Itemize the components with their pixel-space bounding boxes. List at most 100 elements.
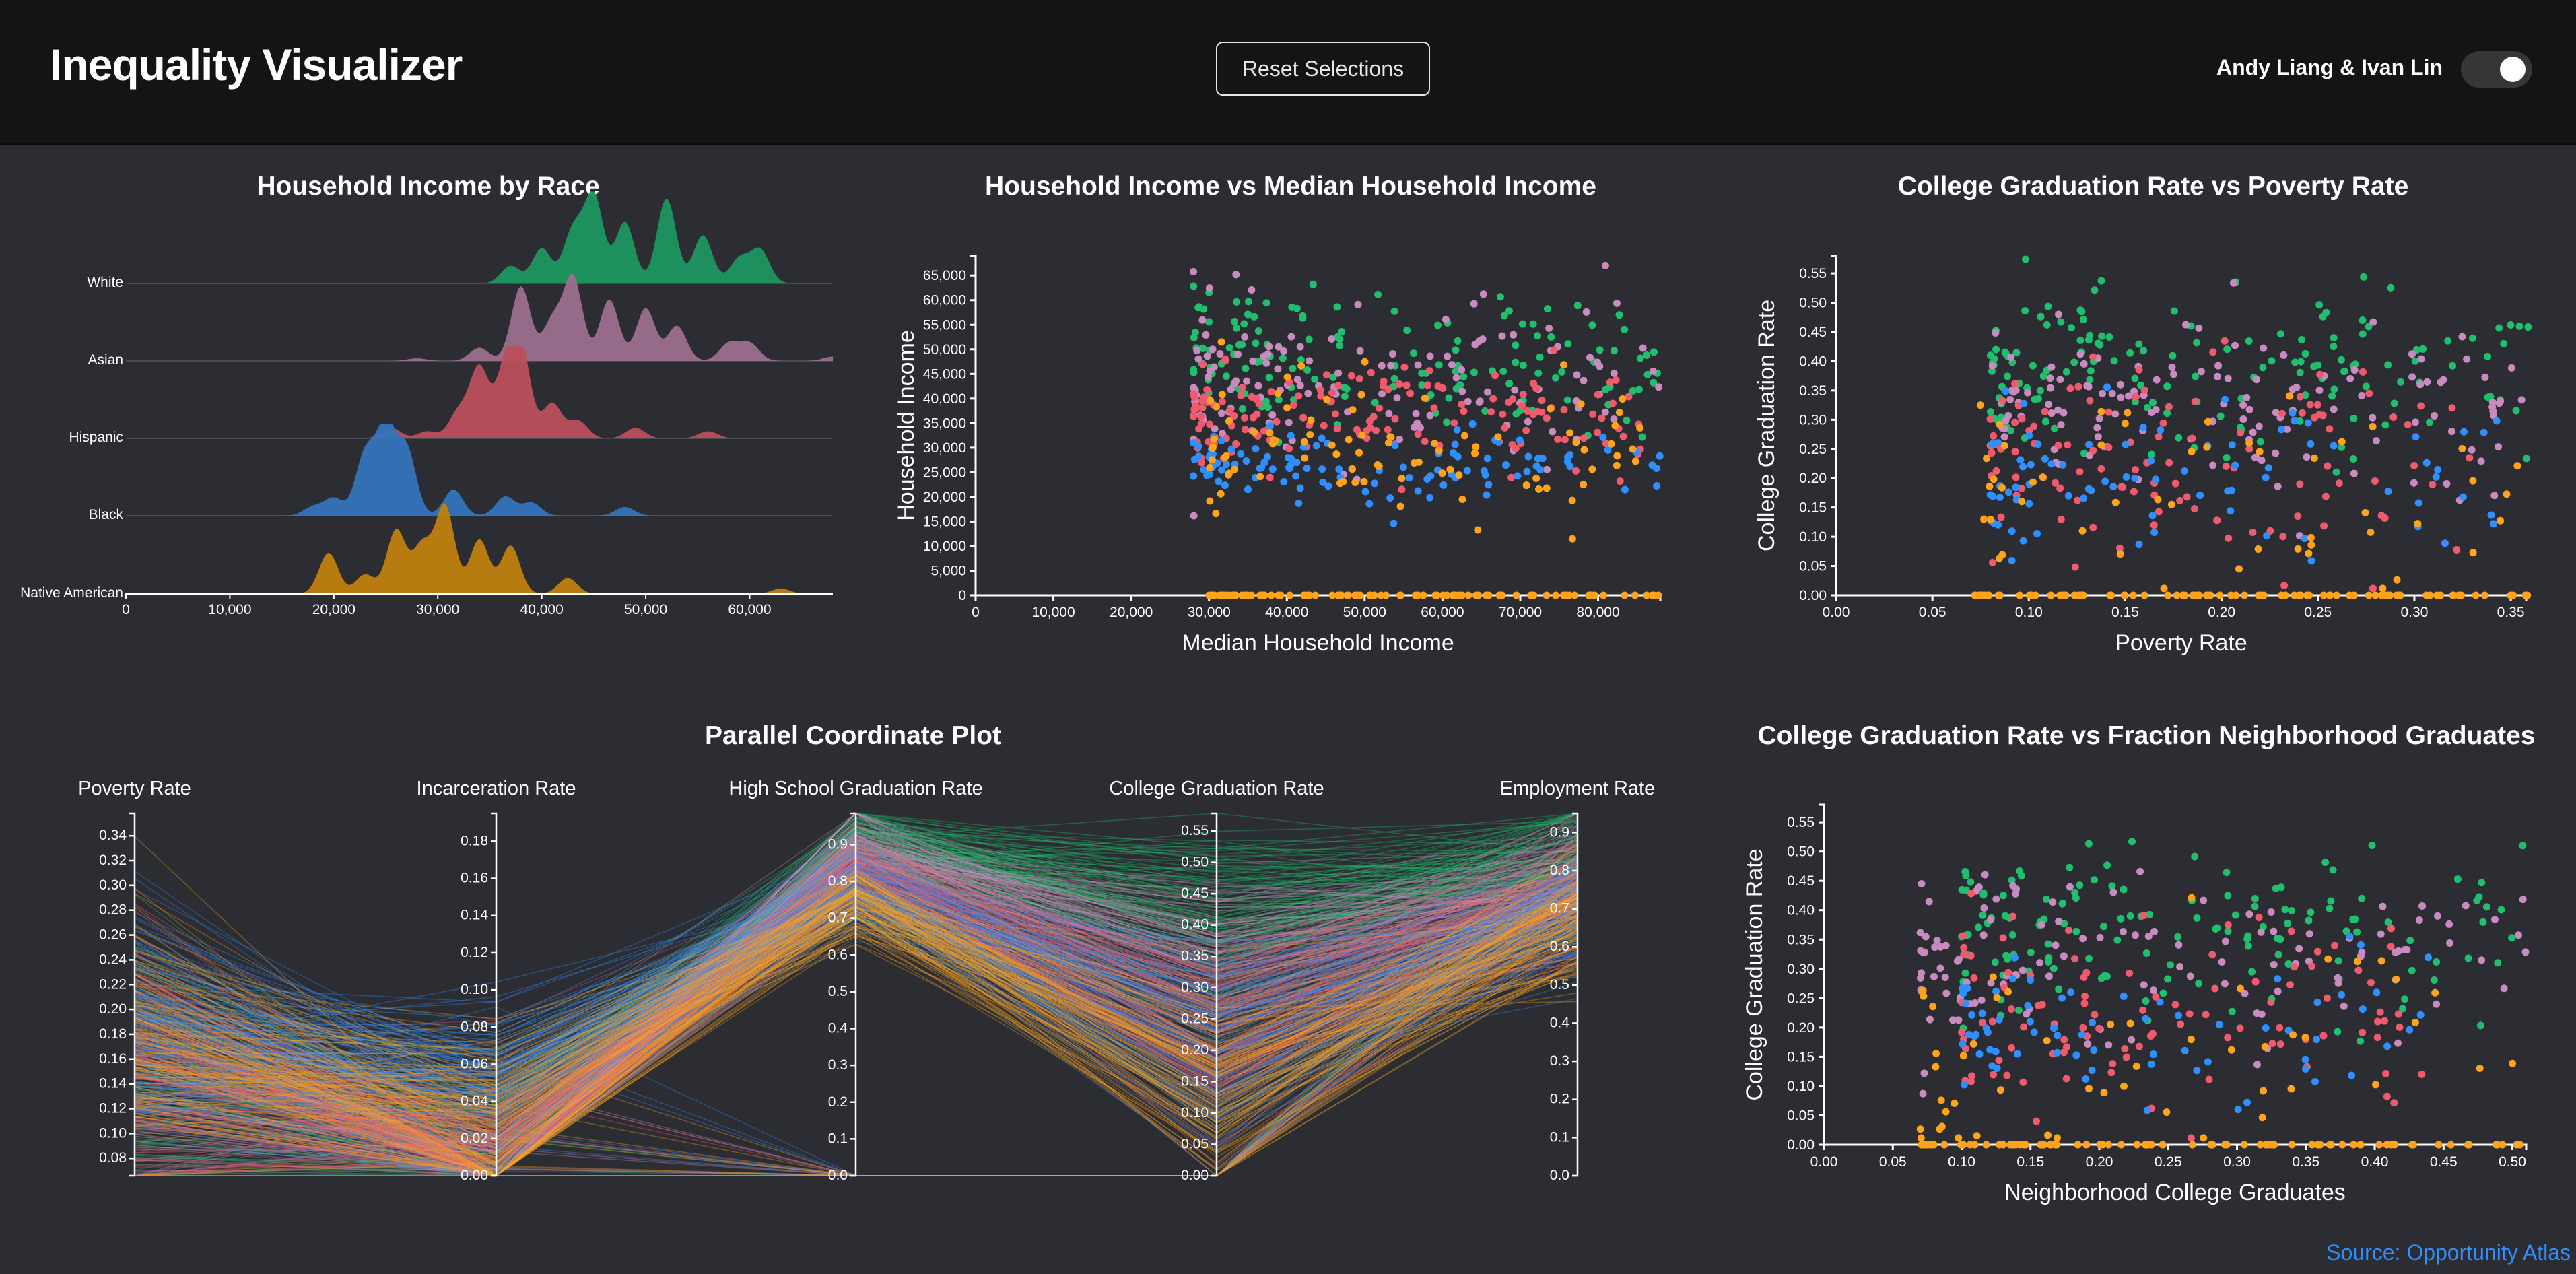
pc-axis-tick-label: 0.26 <box>99 927 127 943</box>
s2-point-black <box>2157 426 2165 434</box>
s1-point-white <box>1596 346 1604 354</box>
ridge-x-tick-label: 10,000 <box>208 602 251 617</box>
s1-point-black <box>1284 454 1292 462</box>
pc-axis-tick-label: 0.5 <box>1550 977 1569 993</box>
s2-point-asian <box>2094 433 2102 441</box>
ridge-label: Black <box>89 507 124 523</box>
s4-point-white <box>2044 940 2052 948</box>
s2-point-black <box>2412 433 2420 441</box>
s2-point-black <box>2027 461 2035 469</box>
s4-point-zero <box>2408 1141 2416 1149</box>
pc-axis-tick-label: 0.15 <box>1181 1073 1209 1089</box>
s2-point-white <box>2328 392 2336 400</box>
s2-point-zero <box>2025 591 2033 599</box>
s4-point-hispanic <box>2091 1011 2099 1019</box>
s2-point-white <box>1986 408 1994 416</box>
s4-point-asian <box>1955 1016 1963 1024</box>
s2-point-black <box>2139 424 2147 432</box>
s2-point-white <box>2468 334 2476 342</box>
s2-point-black <box>2264 464 2272 472</box>
s2-point-white <box>2330 334 2338 342</box>
s4-point-asian <box>1971 999 1979 1007</box>
s2-point-asian <box>2463 355 2471 363</box>
s2-point-zero <box>2195 591 2203 599</box>
s2-point-native-american <box>2000 442 2008 450</box>
s1-point-white <box>1470 368 1478 376</box>
s1-point-white <box>1238 341 1246 349</box>
s4-point-white <box>2329 866 2337 874</box>
s1-point-asian <box>1378 390 1386 398</box>
s4-point-hispanic <box>2324 994 2332 1002</box>
s1-point-asian <box>1280 347 1288 356</box>
s4-point-zero <box>2144 1141 2152 1149</box>
s1-point-asian <box>1613 299 1621 307</box>
s4-point-hispanic <box>2205 1075 2213 1083</box>
s1-point-zero <box>1552 591 1560 599</box>
s1-point-native-american <box>1218 391 1226 399</box>
s4-point-white <box>2120 885 2128 894</box>
s4-point-asian <box>1920 949 1928 957</box>
source-link[interactable]: Source: Opportunity Atlas <box>2326 1240 2571 1265</box>
s1-point-black <box>1653 482 1661 490</box>
s2-y-tick-label: 0.00 <box>1799 588 1827 603</box>
s2-point-white <box>2105 333 2113 341</box>
s2-x-label: Poverty Rate <box>2115 630 2247 656</box>
s2-point-native-american <box>2414 520 2422 528</box>
s1-point-white <box>1254 327 1262 335</box>
s1-point-asian <box>1232 377 1240 385</box>
s4-point-black <box>2406 1026 2414 1034</box>
pc-axis-tick-label: 0.4 <box>828 1021 848 1036</box>
s2-point-hispanic <box>2213 516 2221 525</box>
s1-point-asian <box>1573 371 1581 379</box>
pc-axis-tick-label: 0.1 <box>1550 1129 1569 1145</box>
s4-point-white <box>2464 954 2472 962</box>
pc-axis-tick-label: 0.45 <box>1181 885 1209 901</box>
s2-point-hispanic <box>2296 393 2304 401</box>
s2-point-black <box>2012 483 2020 492</box>
s2-point-asian <box>2369 413 2377 422</box>
s2-point-white <box>2175 434 2183 442</box>
s2-point-asian <box>2076 350 2084 358</box>
s4-point-zero <box>2338 1141 2346 1149</box>
s1-point-black <box>1218 466 1226 474</box>
charts-canvas[interactable]: WhiteAsianHispanicBlackNative American0 1… <box>0 0 2576 1274</box>
s2-x-tick-label: 0.05 <box>1919 605 1946 620</box>
s2-point-hispanic <box>2105 408 2113 416</box>
s4-point-asian <box>2340 1002 2348 1010</box>
s1-point-white <box>1336 341 1344 349</box>
s1-point-asian <box>1393 394 1401 402</box>
s4-point-hispanic <box>2121 1044 2129 1052</box>
s2-point-black <box>2101 477 2109 485</box>
s4-x-tick-label: 0.35 <box>2292 1154 2319 1170</box>
s4-point-native-american <box>1937 1096 1945 1104</box>
s1-point-native-american <box>1357 391 1365 399</box>
s4-point-asian <box>2105 1041 2113 1049</box>
s1-point-zero <box>1396 591 1404 599</box>
s2-point-white <box>2079 316 2087 324</box>
s1-point-native-american <box>1360 477 1368 485</box>
s4-point-hispanic <box>2255 914 2263 922</box>
s1-point-zero <box>1274 591 1282 599</box>
s2-point-black <box>2224 487 2232 495</box>
s4-point-white <box>2126 912 2134 920</box>
s4-point-hispanic <box>2211 984 2219 993</box>
s2-point-hispanic <box>2320 522 2328 530</box>
s4-point-asian <box>2221 937 2229 945</box>
s1-point-white <box>1403 327 1411 335</box>
s4-point-native-american <box>2431 988 2439 997</box>
s1-point-native-american <box>1323 395 1331 403</box>
s2-point-asian <box>2245 405 2253 413</box>
s4-point-white <box>2042 895 2050 903</box>
s4-point-hispanic <box>2381 1017 2389 1025</box>
pc-axis-tick-label: 0.10 <box>461 982 488 997</box>
s1-point-white <box>1311 375 1319 383</box>
s2-point-asian <box>2239 401 2247 409</box>
s1-point-native-american <box>1631 457 1639 465</box>
s1-point-native-american <box>1636 424 1644 432</box>
s4-point-zero <box>2435 1141 2443 1149</box>
s2-point-native-american <box>1998 483 2006 492</box>
s4-point-native-american <box>2353 958 2361 966</box>
s4-point-asian <box>2334 974 2342 982</box>
s4-point-hispanic <box>2062 1043 2070 1051</box>
s2-point-native-american <box>2361 509 2369 517</box>
